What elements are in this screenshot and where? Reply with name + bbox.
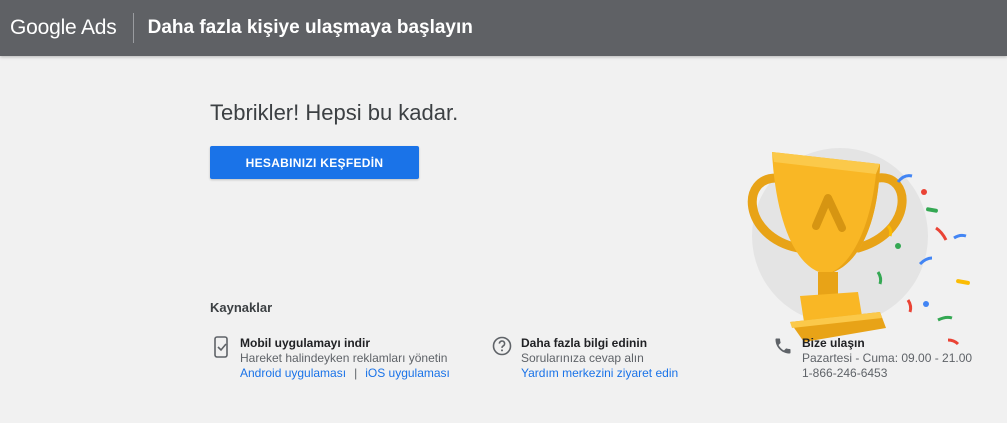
confetti-piece: [935, 226, 948, 241]
phone-app-icon: [210, 336, 232, 358]
confetti-piece: [923, 301, 929, 307]
trophy-icon: [747, 148, 970, 346]
google-ads-logo[interactable]: Google Ads: [10, 16, 117, 40]
confetti-piece: [956, 279, 970, 285]
confetti-piece: [937, 315, 953, 322]
app-header: Google Ads Daha fazla kişiye ulaşmaya ba…: [0, 0, 1007, 56]
help-center-link[interactable]: Yardım merkezini ziyaret edin: [521, 366, 678, 380]
phone-icon: [772, 336, 794, 358]
resource-contact: Bize ulaşın Pazartesi - Cuma: 09.00 - 21…: [772, 336, 972, 381]
confetti-piece: [953, 233, 967, 240]
contact-hours: Pazartesi - Cuma: 09.00 - 21.00: [802, 351, 973, 365]
congrats-heading: Tebrikler! Hepsi bu kadar.: [210, 100, 459, 125]
resource-learn-more: Daha fazla bilgi edinin Sorularınıza cev…: [491, 336, 678, 381]
header-divider: [132, 13, 134, 43]
ios-app-link[interactable]: iOS uygulaması: [365, 366, 450, 380]
resources-heading: Kaynaklar: [210, 300, 273, 315]
confetti-piece: [895, 243, 901, 249]
resource-mobile-subtitle: Hareket halindeyken reklamları yönetin: [240, 351, 448, 365]
confetti-piece: [921, 189, 927, 195]
help-circle-icon: [491, 336, 513, 358]
trophy-stem: [818, 272, 838, 296]
confetti-piece: [926, 207, 938, 213]
android-app-link[interactable]: Android uygulaması: [240, 366, 346, 380]
confetti-piece: [906, 299, 913, 313]
link-separator: |: [354, 366, 358, 380]
main-content: Tebrikler! Hepsi bu kadar. HESABINIZI KE…: [0, 56, 1007, 423]
resource-contact-title: Bize ulaşın: [802, 336, 865, 350]
resource-mobile-app: Mobil uygulamayı indir Hareket halindeyk…: [210, 336, 450, 381]
resource-learn-subtitle: Sorularınıza cevap alın: [521, 351, 644, 365]
resource-mobile-title: Mobil uygulamayı indir: [240, 336, 371, 350]
page-title: Daha fazla kişiye ulaşmaya başlayın: [147, 17, 473, 38]
explore-account-button[interactable]: HESABINIZI KEŞFEDİN: [210, 146, 419, 179]
resource-learn-title: Daha fazla bilgi edinin: [521, 336, 648, 350]
contact-phone-number[interactable]: 1-866-246-6453: [802, 366, 972, 381]
